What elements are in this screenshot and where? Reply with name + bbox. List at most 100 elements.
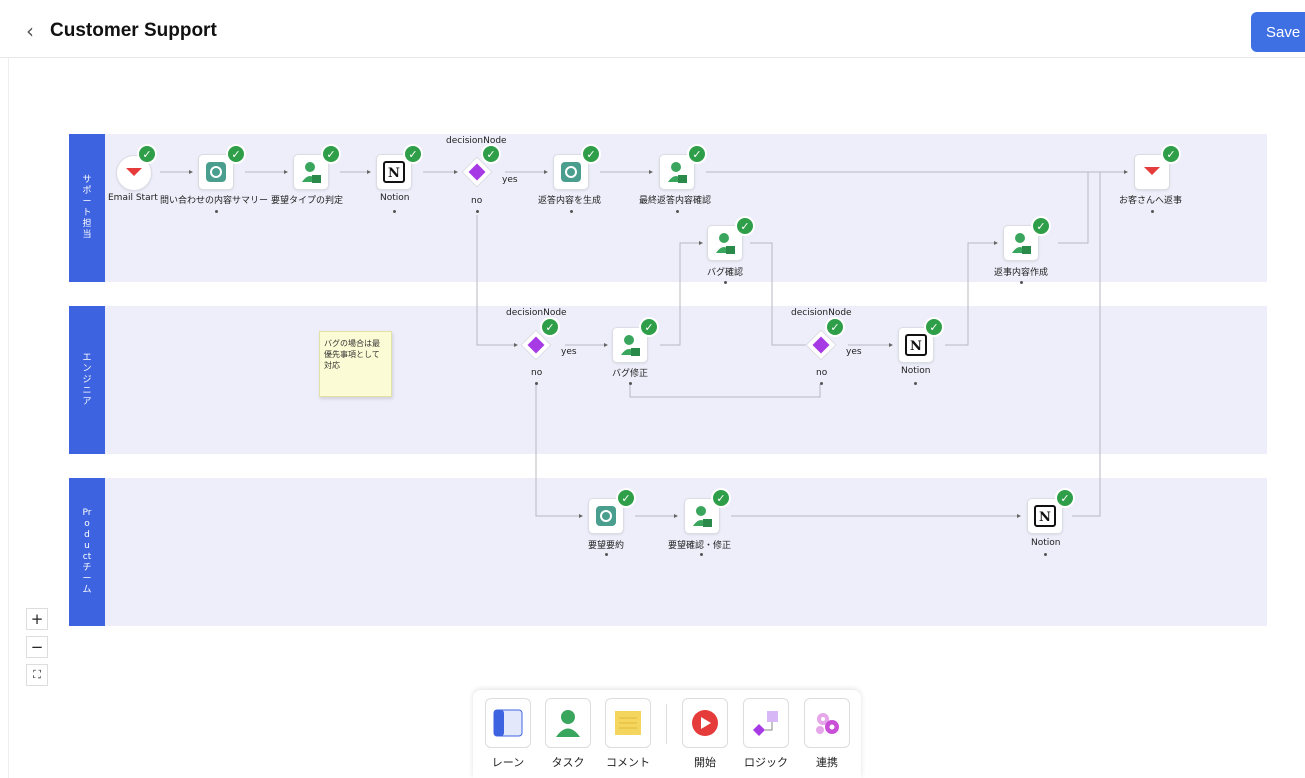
check-icon: ✓ — [1161, 144, 1181, 164]
decision-yes: yes — [502, 175, 518, 185]
handle[interactable] — [820, 382, 823, 385]
mail-icon — [1144, 167, 1160, 175]
node-label: 返答内容を生成 — [538, 196, 602, 206]
task-tool-button[interactable] — [545, 698, 591, 748]
check-icon: ✓ — [1031, 216, 1051, 236]
person-icon — [556, 710, 580, 737]
check-icon: ✓ — [687, 144, 707, 164]
handle[interactable] — [535, 382, 538, 385]
check-icon: ✓ — [481, 144, 501, 164]
node-label: Notion — [380, 193, 410, 203]
handle[interactable] — [629, 382, 632, 385]
node-label: Email Start — [108, 193, 158, 203]
handle[interactable] — [724, 281, 727, 284]
lane-icon — [493, 709, 523, 737]
lane-label-support[interactable]: サポート担当 — [69, 134, 105, 282]
node-label: 問い合わせの内容サマリー — [160, 196, 269, 206]
decision-no: no — [531, 368, 543, 378]
zoom-in-button[interactable]: + — [26, 608, 48, 630]
handle[interactable] — [676, 210, 679, 213]
svg-text:N: N — [388, 166, 400, 181]
node-label: 最終返答内容確認 — [639, 196, 712, 206]
check-icon: ✓ — [924, 317, 944, 337]
comment-tool-button[interactable] — [605, 698, 651, 748]
handle[interactable] — [700, 553, 703, 556]
lane-tool-button[interactable] — [485, 698, 531, 748]
check-icon: ✓ — [540, 317, 560, 337]
decision-yes: yes — [561, 347, 577, 357]
handle[interactable] — [914, 382, 917, 385]
check-icon: ✓ — [711, 488, 731, 508]
decision-yes: yes — [846, 347, 862, 357]
openai-icon — [596, 506, 616, 526]
decision-title: decisionNode — [506, 308, 567, 318]
tool-label: コメント — [606, 756, 650, 769]
person-task-icon — [693, 506, 712, 527]
lane-product[interactable]: Productチーム — [69, 478, 1267, 626]
lane-label-product[interactable]: Productチーム — [69, 478, 105, 626]
chevron-left-icon[interactable]: ‹ — [26, 20, 34, 42]
tool-label: ロジック — [744, 756, 788, 769]
openai-icon — [206, 162, 226, 182]
node-label: Notion — [1031, 538, 1061, 548]
check-icon: ✓ — [825, 317, 845, 337]
person-task-icon — [302, 162, 321, 183]
handle[interactable] — [393, 210, 396, 213]
person-task-icon — [668, 162, 687, 183]
svg-text:N: N — [1039, 510, 1051, 525]
toolbar-divider — [666, 704, 667, 744]
handle[interactable] — [1020, 281, 1023, 284]
save-button[interactable]: Save — [1251, 12, 1305, 52]
handle[interactable] — [1151, 210, 1154, 213]
node-label: お客さんへ返事 — [1119, 196, 1183, 206]
node-label: バグ確認 — [707, 268, 744, 278]
check-icon: ✓ — [226, 144, 246, 164]
sticky-note[interactable]: バグの場合は最優先事項として対応 — [319, 331, 392, 397]
handle[interactable] — [605, 553, 608, 556]
handle[interactable] — [476, 210, 479, 213]
openai-icon — [561, 162, 581, 182]
start-tool-button[interactable] — [682, 698, 728, 748]
decision-no: no — [471, 196, 483, 206]
decision-title: decisionNode — [446, 136, 507, 146]
page-title: Customer Support — [50, 20, 217, 41]
person-task-icon — [621, 335, 640, 356]
play-icon — [692, 710, 718, 736]
handle[interactable] — [215, 210, 218, 213]
node-label: 要望要約 — [588, 541, 625, 551]
check-icon: ✓ — [639, 317, 659, 337]
tool-label: 連携 — [816, 756, 838, 769]
header: ‹ Customer Support Save — [0, 0, 1305, 58]
node-label: 返事内容作成 — [994, 268, 1049, 278]
person-task-icon — [1012, 233, 1031, 254]
notion-icon: N — [383, 161, 405, 183]
node-label: 要望タイプの判定 — [271, 196, 344, 206]
lane-label-engineer[interactable]: エンジニア — [69, 306, 105, 454]
check-icon: ✓ — [735, 216, 755, 236]
check-icon: ✓ — [137, 144, 157, 164]
tool-label: 開始 — [694, 756, 716, 769]
gears-icon — [816, 713, 839, 734]
logic-tool-button[interactable] — [743, 698, 789, 748]
check-icon: ✓ — [581, 144, 601, 164]
check-icon: ✓ — [616, 488, 636, 508]
check-icon: ✓ — [403, 144, 423, 164]
lane-engineer[interactable]: エンジニア — [69, 306, 1267, 454]
check-icon: ✓ — [1055, 488, 1075, 508]
notion-icon: N — [1034, 505, 1056, 527]
handle[interactable] — [1044, 553, 1047, 556]
notion-icon: N — [905, 334, 927, 356]
bottom-toolbar: レーン タスク コメント 開始 ロジック 連携 — [473, 690, 861, 778]
mail-icon — [126, 168, 142, 176]
logic-icon — [753, 711, 778, 736]
fit-view-button[interactable]: ⛶ — [26, 664, 48, 686]
integration-tool-button[interactable] — [804, 698, 850, 748]
sticky-note-icon — [615, 711, 641, 735]
handle[interactable] — [570, 210, 573, 213]
person-task-icon — [716, 233, 735, 254]
tool-label: タスク — [551, 756, 585, 769]
node-label: Notion — [901, 366, 931, 376]
node-label: バグ修正 — [612, 369, 649, 379]
svg-text:N: N — [910, 339, 922, 354]
zoom-out-button[interactable]: − — [26, 636, 48, 658]
